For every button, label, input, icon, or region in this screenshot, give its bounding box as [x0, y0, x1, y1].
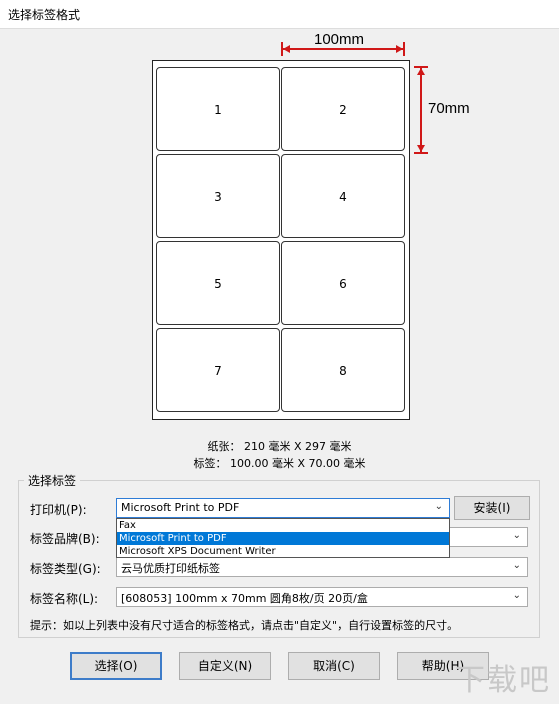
name-select[interactable]: [608053] 100mm x 70mm 圆角8枚/页 20页/盒 ⌄ [116, 587, 528, 607]
chevron-down-icon: ⌄ [512, 590, 521, 601]
label-cell: 7 [156, 328, 280, 412]
label-number: 7 [214, 364, 222, 378]
label-cell: 6 [281, 241, 405, 325]
label-cell: 2 [281, 67, 405, 151]
type-select[interactable]: 云马优质打印纸标签 ⌄ [116, 557, 528, 577]
name-select-value: [608053] 100mm x 70mm 圆角8枚/页 20页/盒 [121, 592, 368, 605]
label-number: 2 [339, 103, 347, 117]
type-label: 标签类型(G): [30, 562, 101, 576]
width-arrow-left-icon [283, 45, 290, 53]
printer-dropdown-list: Fax Microsoft Print to PDF Microsoft XPS… [116, 518, 450, 558]
brand-label: 标签品牌(B): [30, 532, 100, 546]
label-number: 4 [339, 190, 347, 204]
paper-preview: 1 2 3 4 5 6 7 8 [152, 60, 410, 420]
height-dimension-line [420, 67, 422, 153]
label-number: 8 [339, 364, 347, 378]
type-select-value: 云马优质打印纸标签 [121, 562, 220, 575]
printer-option-xps[interactable]: Microsoft XPS Document Writer [117, 545, 449, 558]
paper-size-info: 纸张： 210 毫米 X 297 毫米 [207, 440, 352, 453]
printer-option-pdf[interactable]: Microsoft Print to PDF [117, 532, 449, 545]
height-arrow-up-icon [417, 68, 425, 75]
name-label: 标签名称(L): [30, 592, 99, 606]
watermark-logo: 下载吧 [455, 663, 551, 698]
width-dimension-line [282, 48, 404, 50]
chevron-down-icon: ⌄ [512, 530, 521, 541]
label-cell: 3 [156, 154, 280, 238]
label-cell: 1 [156, 67, 280, 151]
group-title: 选择标签 [24, 472, 81, 489]
label-number: 3 [214, 190, 222, 204]
install-button[interactable]: 安装(I) [454, 496, 530, 520]
label-size-info: 标签： 100.00 毫米 X 70.00 毫米 [193, 457, 366, 470]
height-tick-bottom [414, 152, 428, 154]
label-cell: 4 [281, 154, 405, 238]
printer-option-fax[interactable]: Fax [117, 519, 449, 532]
label-cell: 5 [156, 241, 280, 325]
chevron-down-icon: ⌄ [434, 501, 443, 512]
title-bar: 选择标签格式 [0, 0, 559, 28]
label-number: 1 [214, 103, 222, 117]
width-tick-right [403, 42, 405, 56]
select-button[interactable]: 选择(O) [70, 652, 162, 680]
window-title: 选择标签格式 [8, 8, 81, 22]
label-number: 6 [339, 277, 347, 291]
height-dimension-label: 70mm [428, 100, 470, 117]
height-arrow-down-icon [417, 145, 425, 152]
printer-select-value: Microsoft Print to PDF [121, 501, 240, 514]
label-cell: 8 [281, 328, 405, 412]
hint-text: 提示：如以上列表中没有尺寸适合的标签格式，请点击"自定义"，自行设置标签的尺寸。 [30, 619, 459, 632]
printer-label: 打印机(P): [30, 503, 87, 517]
width-arrow-right-icon [396, 45, 403, 53]
width-dimension-label: 100mm [314, 31, 365, 48]
label-number: 5 [214, 277, 222, 291]
custom-button[interactable]: 自定义(N) [179, 652, 271, 680]
cancel-button[interactable]: 取消(C) [288, 652, 380, 680]
chevron-down-icon: ⌄ [512, 560, 521, 571]
printer-select[interactable]: Microsoft Print to PDF ⌄ [116, 498, 450, 518]
